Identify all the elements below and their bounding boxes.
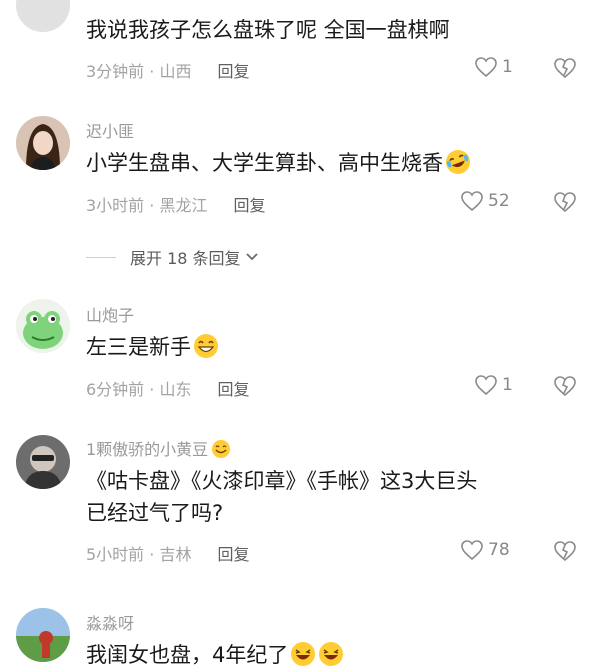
broken-heart-icon (554, 192, 576, 213)
laughing-tears-emoji (446, 150, 470, 174)
like-count: 78 (488, 540, 510, 560)
like-button[interactable]: 78 (460, 539, 510, 561)
laughing-emoji (319, 642, 344, 666)
divider (86, 256, 116, 258)
like-count: 1 (502, 375, 513, 395)
like-button[interactable]: 1 (474, 374, 513, 396)
like-count: 52 (488, 191, 510, 211)
comment-location: 黑龙江 (159, 196, 208, 215)
dislike-button[interactable] (552, 56, 578, 84)
avatar[interactable] (16, 608, 70, 662)
avatar[interactable] (16, 435, 70, 489)
heart-icon (461, 540, 483, 561)
heart-icon (475, 57, 497, 78)
avatar[interactable] (16, 0, 70, 32)
reply-button[interactable]: 回复 (217, 62, 249, 81)
reply-button[interactable]: 回复 (233, 196, 265, 215)
reply-button[interactable]: 回复 (217, 380, 249, 399)
comment-text: 我说我孩子怎么盘珠了呢 全国一盘棋啊 (86, 18, 450, 42)
grinning-emoji (194, 334, 218, 358)
comment-meta: 6分钟前 · 山东 回复 (86, 380, 250, 399)
avatar[interactable] (16, 116, 70, 170)
username[interactable]: 淼淼呀 (86, 610, 134, 634)
avatar[interactable] (16, 299, 70, 353)
comment-location: 山西 (159, 62, 192, 81)
username[interactable]: 1颗傲骄的小黄豆 (86, 436, 231, 460)
comment-time: 5小时前 (86, 545, 145, 564)
username[interactable]: 山炮子 (86, 302, 134, 326)
like-button[interactable]: 52 (460, 190, 510, 212)
comment-text: 小学生盘串、大学生算卦、高中生烧香 (86, 146, 471, 180)
comment-time: 6分钟前 (86, 380, 145, 399)
heart-icon (461, 191, 483, 212)
comment-time: 3小时前 (86, 196, 145, 215)
broken-heart-icon (554, 376, 576, 397)
comment-meta: 3小时前 · 黑龙江 回复 (86, 196, 266, 215)
comment-text: 左三是新手 (86, 330, 219, 364)
dislike-button[interactable] (552, 190, 578, 218)
expand-replies-button[interactable]: 展开 18 条回复 (86, 245, 259, 269)
broken-heart-icon (554, 58, 576, 79)
comment-text: 我闺女也盘，4年纪了 (86, 638, 344, 672)
comment-text-line2: 已经过气了吗? (86, 501, 224, 525)
comment-meta: 3分钟前 · 山西 回复 (86, 62, 250, 81)
expand-replies-label: 展开 18 条回复 (130, 249, 241, 268)
smile-emoji (212, 440, 231, 458)
comment-location: 吉林 (159, 545, 192, 564)
reply-button[interactable]: 回复 (217, 545, 249, 564)
comment-meta: 5小时前 · 吉林 回复 (86, 545, 250, 564)
comment-time: 3分钟前 (86, 62, 145, 81)
username[interactable]: 迟小匪 (86, 118, 134, 142)
chevron-down-icon (245, 253, 258, 261)
heart-icon (475, 375, 497, 396)
like-button[interactable]: 1 (474, 56, 513, 78)
dislike-button[interactable] (552, 539, 578, 567)
like-count: 1 (502, 57, 513, 77)
comment-text: 《咕卡盘》《火漆印章》《手帐》这3大巨头 (86, 469, 478, 493)
comment-location: 山东 (159, 380, 192, 399)
laughing-emoji (291, 642, 316, 666)
broken-heart-icon (554, 541, 576, 562)
dislike-button[interactable] (552, 374, 578, 402)
